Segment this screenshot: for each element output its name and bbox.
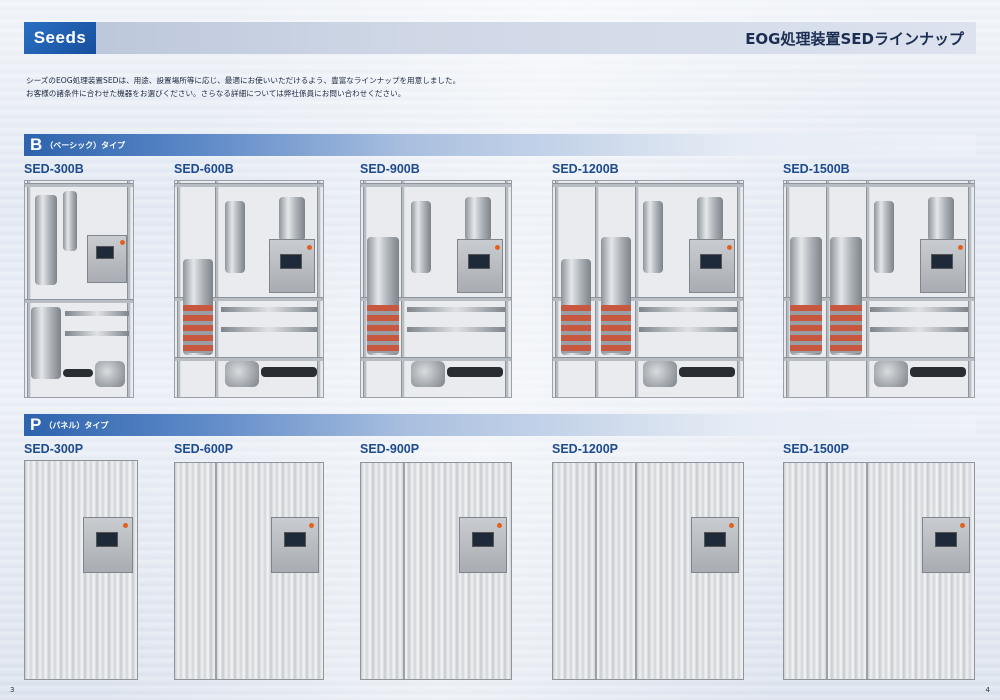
- intro-text: シーズのEOG処理装置SEDは、用途、設置場所等に応じ、最適にお使いいただけるよ…: [26, 74, 926, 100]
- section-header-p: P （パネル）タイプ: [24, 414, 976, 436]
- model-label-sed-300b: SED-300B: [24, 162, 84, 176]
- panel-image-sed-1500p: [783, 462, 975, 680]
- section-letter: B: [30, 135, 43, 154]
- section-header-b: B （ベーシック）タイプ: [24, 134, 976, 156]
- machine-image-sed-900b: [360, 180, 512, 398]
- machine-image-sed-1500b: [783, 180, 975, 398]
- page-number-right: 4: [985, 686, 990, 694]
- model-label-sed-600p: SED-600P: [174, 442, 234, 456]
- panel-image-sed-600p: [174, 462, 324, 680]
- model-label-sed-900b: SED-900B: [360, 162, 420, 176]
- machine-image-sed-1200b: [552, 180, 744, 398]
- page-title: EOG処理装置SEDラインナップ: [745, 30, 964, 48]
- panel-image-sed-300p: [24, 460, 138, 680]
- machine-image-sed-600b: [174, 180, 324, 398]
- machine-image-sed-300b: [24, 180, 134, 398]
- section-label: （パネル）タイプ: [44, 420, 109, 430]
- model-label-sed-300p: SED-300P: [24, 442, 84, 456]
- model-label-sed-900p: SED-900P: [360, 442, 420, 456]
- section-letter: P: [30, 415, 42, 434]
- model-label-sed-1200p: SED-1200P: [552, 442, 619, 456]
- model-label-sed-1200b: SED-1200B: [552, 162, 619, 176]
- seeds-logo: Seeds: [24, 22, 96, 54]
- panel-image-sed-900p: [360, 462, 512, 680]
- intro-line-1: シーズのEOG処理装置SEDは、用途、設置場所等に応じ、最適にお使いいただけるよ…: [26, 76, 461, 85]
- model-label-sed-600b: SED-600B: [174, 162, 234, 176]
- page-number-left: 3: [10, 686, 15, 694]
- model-label-sed-1500p: SED-1500P: [783, 442, 850, 456]
- intro-line-2: お客様の諸条件に合わせた機器をお選びください。さらなる詳細については弊社係員にお…: [26, 89, 406, 98]
- panel-image-sed-1200p: [552, 462, 744, 680]
- section-label: （ベーシック）タイプ: [45, 140, 126, 150]
- model-label-sed-1500b: SED-1500B: [783, 162, 850, 176]
